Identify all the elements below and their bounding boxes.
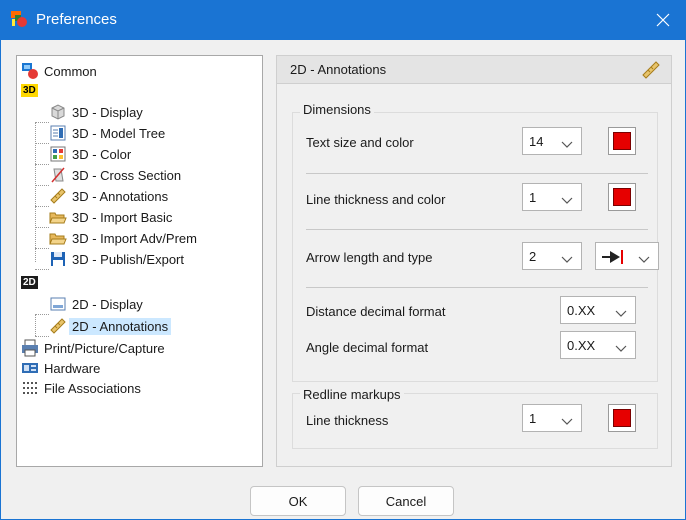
close-icon [656, 13, 670, 27]
display-cube-icon [49, 103, 67, 121]
folder-open-icon [49, 208, 67, 226]
tree-connector [35, 227, 49, 228]
ruler-icon [49, 187, 67, 205]
chevron-down-icon [561, 414, 573, 429]
tree-item-3d-publish-export[interactable]: 3D - Publish/Export [49, 249, 184, 269]
tree-connector [35, 122, 49, 123]
redline-thickness-label: Line thickness [306, 413, 389, 428]
tree-connector [35, 314, 49, 315]
color-fill [613, 188, 631, 206]
panel-title: 2D - Annotations [290, 62, 387, 77]
chevron-down-icon [561, 193, 573, 208]
tree-connector [35, 185, 49, 186]
text-color-swatch[interactable] [608, 127, 636, 155]
text-size-select[interactable]: 14 [522, 127, 582, 155]
tree-item-3d-import-basic[interactable]: 3D - Import Basic [49, 207, 172, 227]
cancel-button[interactable]: Cancel [358, 486, 454, 516]
tree-group-3d[interactable]: 3D [21, 80, 38, 100]
distance-format-select[interactable]: 0.XX [560, 296, 636, 324]
model-tree-icon [49, 124, 67, 142]
redline-group-label: Redline markups [300, 387, 404, 402]
color-fill [613, 132, 631, 150]
ruler-icon [641, 60, 661, 83]
tree-item-2d-display[interactable]: 2D - Display [49, 294, 143, 314]
ruler-icon [49, 317, 67, 335]
tree-item-3d-import-adv[interactable]: 3D - Import Adv/Prem [49, 228, 197, 248]
text-size-label: Text size and color [306, 135, 414, 150]
line-thickness-label: Line thickness and color [306, 192, 446, 207]
tree-item-common[interactable]: Common [21, 61, 97, 81]
settings-panel: 2D - Annotations Dimensions Text size an… [276, 55, 672, 467]
3d-badge: 3D [21, 83, 38, 97]
2d-badge: 2D [21, 275, 38, 289]
tree-item-3d-display[interactable]: 3D - Display [49, 102, 143, 122]
arrow-head-icon [602, 250, 628, 267]
tree-connector [35, 206, 49, 207]
line-thickness-select[interactable]: 1 [522, 183, 582, 211]
color-fill [613, 409, 631, 427]
dialog-client: Common 3D 3D - Display 3D - Model Tree 3… [0, 40, 686, 520]
separator [306, 173, 648, 174]
tree-item-3d-model-tree[interactable]: 3D - Model Tree [49, 123, 165, 143]
ok-button[interactable]: OK [250, 486, 346, 516]
tree-connector [35, 248, 49, 249]
chevron-down-icon [561, 137, 573, 152]
preferences-tree[interactable]: Common 3D 3D - Display 3D - Model Tree 3… [16, 55, 263, 467]
tree-connector [35, 143, 49, 144]
tree-item-2d-annotations[interactable]: 2D - Annotations [49, 316, 172, 336]
tree-item-3d-color[interactable]: 3D - Color [49, 144, 131, 164]
tree-connector [35, 314, 36, 336]
chevron-down-icon [615, 341, 627, 356]
tree-item-3d-cross-section[interactable]: 3D - Cross Section [49, 165, 181, 185]
folder-open-icon [49, 229, 67, 247]
arrow-type-select[interactable] [595, 242, 659, 270]
separator [306, 287, 648, 288]
close-button[interactable] [640, 0, 686, 40]
distance-format-label: Distance decimal format [306, 304, 446, 319]
app-icon [10, 10, 28, 28]
save-disk-icon [49, 250, 67, 268]
tree-group-2d[interactable]: 2D [21, 272, 38, 292]
arrow-length-label: Arrow length and type [306, 250, 433, 265]
window-title: Preferences [36, 11, 117, 28]
color-grid-icon [49, 145, 67, 163]
line-color-swatch[interactable] [608, 183, 636, 211]
tree-item-hardware[interactable]: Hardware [21, 358, 100, 378]
tree-connector [35, 164, 49, 165]
angle-format-label: Angle decimal format [306, 340, 429, 355]
tree-item-print[interactable]: Print/Picture/Capture [21, 338, 165, 358]
file-associations-icon [21, 379, 39, 397]
tree-connector [35, 336, 49, 337]
arrow-length-select[interactable]: 2 [522, 242, 582, 270]
tree-connector [35, 269, 49, 270]
dimensions-group-label: Dimensions [300, 102, 374, 117]
tree-item-file-associations[interactable]: File Associations [21, 378, 141, 398]
title-bar: Preferences [0, 0, 686, 40]
tree-item-3d-annotations[interactable]: 3D - Annotations [49, 186, 168, 206]
hardware-icon [21, 359, 39, 377]
separator [306, 229, 648, 230]
redline-color-swatch[interactable] [608, 404, 636, 432]
chevron-down-icon [561, 252, 573, 267]
display-2d-icon [49, 295, 67, 313]
common-icon [21, 62, 39, 80]
panel-header: 2D - Annotations [277, 56, 671, 84]
redline-thickness-select[interactable]: 1 [522, 404, 582, 432]
angle-format-select[interactable]: 0.XX [560, 331, 636, 359]
cross-section-icon [49, 166, 67, 184]
print-icon [21, 339, 39, 357]
chevron-down-icon [615, 306, 627, 321]
chevron-down-icon [638, 252, 650, 267]
